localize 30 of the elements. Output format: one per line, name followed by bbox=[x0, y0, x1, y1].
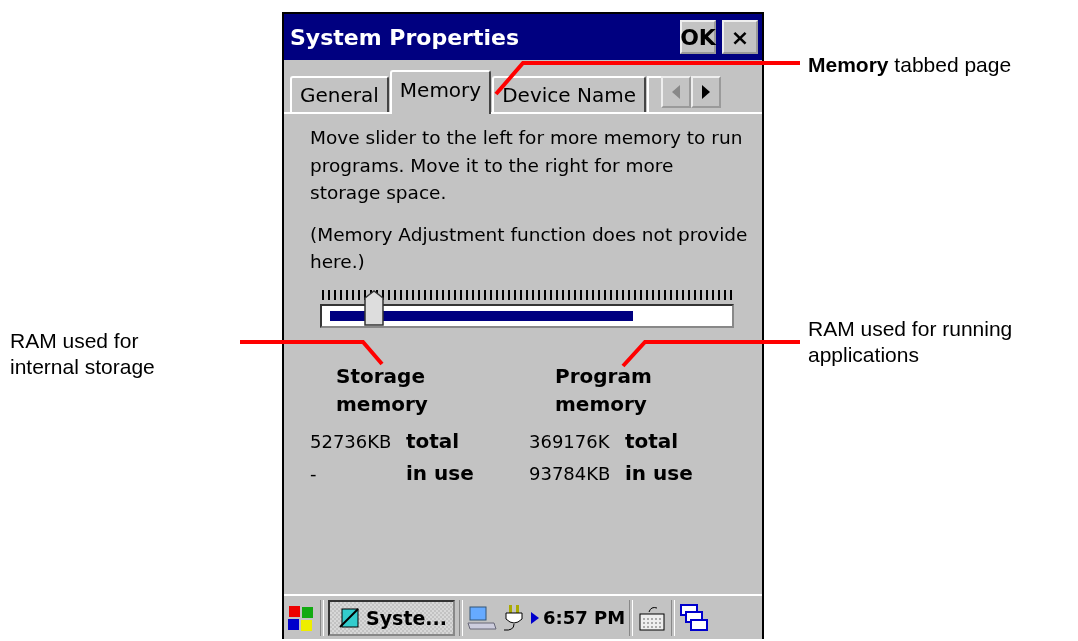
column-heading: Storage memory bbox=[336, 362, 428, 418]
left-arrow-icon bbox=[670, 85, 681, 99]
memory-value: 369176K bbox=[529, 429, 611, 454]
right-arrow-icon bbox=[700, 85, 711, 99]
memory-value: 93784KB bbox=[529, 461, 612, 486]
ok-button[interactable]: OK bbox=[680, 20, 716, 54]
description-text: (Memory Adjustment function does not provide here.) bbox=[310, 222, 748, 274]
callout-text: RAM used for running applications bbox=[808, 316, 1014, 368]
tab[interactable]: Device Name bbox=[492, 76, 646, 112]
memory-label: total bbox=[406, 427, 460, 455]
tab[interactable]: General bbox=[290, 76, 389, 112]
window-title: System Properties bbox=[290, 24, 520, 50]
taskbar-button[interactable]: Syste... bbox=[328, 599, 455, 636]
scroll-right-button[interactable] bbox=[690, 76, 721, 108]
callout-text: Memory tabbed page bbox=[808, 52, 1013, 78]
column-heading: Program memory bbox=[555, 362, 652, 418]
tab[interactable]: Memory bbox=[389, 70, 492, 114]
windows-icon[interactable] bbox=[679, 602, 710, 633]
memory-label: in use bbox=[406, 459, 474, 487]
memory-value: 52736KB bbox=[310, 429, 393, 454]
callout-text: RAM used for internal storage bbox=[10, 328, 156, 380]
expand-arrow-icon[interactable] bbox=[531, 611, 539, 624]
memory-label: total bbox=[625, 427, 679, 455]
memory-label: in use bbox=[625, 459, 693, 487]
memory-value: - bbox=[310, 461, 318, 486]
description-text: Move slider to the left for more memory to run programs. Move it to the right for more storage space. bbox=[310, 126, 744, 205]
slider-thumb[interactable] bbox=[363, 289, 384, 326]
memory-slider[interactable] bbox=[320, 289, 734, 328]
clock: 6:57 PM bbox=[543, 607, 626, 628]
close-button[interactable]: × bbox=[722, 20, 758, 54]
